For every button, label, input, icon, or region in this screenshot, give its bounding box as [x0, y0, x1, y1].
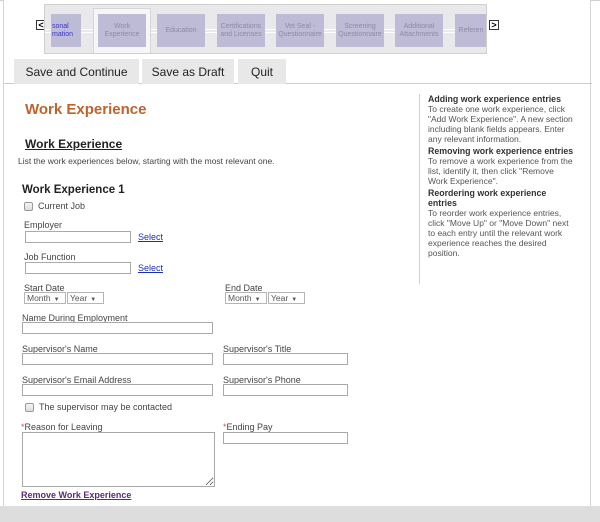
current-job-row: Current Job [24, 201, 85, 211]
step-additional-attachments[interactable]: Additional Attachments [395, 14, 443, 47]
start-month-value: Month [27, 293, 51, 303]
supervisor-contact-label: The supervisor may be contacted [39, 402, 173, 412]
remove-work-experience-link[interactable]: Remove Work Experience [21, 490, 131, 500]
end-year-value: Year [271, 293, 289, 303]
caret-down-icon: ▼ [90, 297, 97, 303]
ending-pay-label: *Ending Pay [223, 422, 273, 432]
supervisor-email-input[interactable] [22, 384, 213, 396]
step-references[interactable]: Referen [455, 14, 486, 47]
chevron-right-icon[interactable]: > [489, 20, 499, 30]
end-month-value: Month [228, 293, 252, 303]
current-job-label: Current Job [38, 201, 86, 211]
name-during-employment-input[interactable] [22, 322, 213, 334]
help-adding-body: To create one work experience, click "Ad… [428, 104, 573, 144]
bottom-bar [0, 506, 600, 522]
start-year-value: Year [70, 293, 88, 303]
step-strip: sonal mation Work Experience Education C… [44, 4, 487, 54]
supervisor-name-input[interactable] [22, 353, 213, 365]
supervisor-contact-row: The supervisor may be contacted [25, 402, 172, 412]
action-toolbar: Save and Continue Save as Draft Quit [4, 57, 592, 84]
save-as-draft-button[interactable]: Save as Draft [142, 59, 234, 84]
employer-input[interactable] [25, 231, 131, 243]
caret-down-icon: ▼ [53, 297, 60, 303]
supervisor-phone-input[interactable] [223, 384, 348, 396]
ending-pay-input[interactable] [223, 432, 348, 444]
employer-select-link[interactable]: Select [138, 232, 163, 242]
caret-down-icon: ▼ [291, 297, 298, 303]
end-month-select[interactable]: Month ▼ [225, 292, 267, 304]
entry-title: Work Experience 1 [22, 184, 125, 196]
supervisor-title-input[interactable] [223, 353, 348, 365]
caret-down-icon: ▼ [254, 297, 261, 303]
reason-for-leaving-text: Reason for Leaving [24, 422, 103, 432]
employer-label: Employer [24, 220, 63, 230]
step-certifications[interactable]: Certifications and Licenses [217, 14, 265, 47]
reason-for-leaving-label: *Reason for Leaving [21, 422, 103, 432]
quit-button[interactable]: Quit [238, 59, 286, 84]
save-and-continue-button[interactable]: Save and Continue [14, 59, 139, 84]
job-function-input[interactable] [25, 262, 131, 274]
ending-pay-text: Ending Pay [226, 422, 273, 432]
end-year-select[interactable]: Year ▼ [268, 292, 305, 304]
step-screening[interactable]: Screening Questionnaire [336, 14, 384, 47]
help-removing-title: Removing work experience entries [428, 146, 574, 156]
start-month-select[interactable]: Month ▼ [24, 292, 66, 304]
help-reordering-title: Reordering work experience entries [428, 188, 547, 208]
section-title: Work Experience [25, 137, 123, 151]
help-panel: Adding work experience entries To create… [419, 94, 574, 284]
help-removing-body: To remove a work experience from the lis… [428, 156, 573, 186]
step-personal-information[interactable]: sonal mation [51, 14, 81, 47]
section-description: List the work experiences below, startin… [18, 156, 275, 166]
step-education[interactable]: Education [157, 14, 205, 47]
current-job-checkbox[interactable] [24, 201, 33, 211]
start-year-select[interactable]: Year ▼ [67, 292, 104, 304]
supervisor-contact-checkbox[interactable] [25, 402, 34, 412]
job-function-label: Job Function [24, 252, 76, 262]
reason-for-leaving-textarea[interactable] [22, 432, 215, 487]
help-adding-title: Adding work experience entries [428, 94, 561, 104]
page-title: Work Experience [25, 101, 147, 118]
step-work-experience[interactable]: Work Experience [98, 14, 146, 47]
job-function-select-link[interactable]: Select [138, 263, 163, 273]
help-reordering-body: To reorder work experience entries, clic… [428, 208, 569, 258]
step-navigation: < sonal mation Work Experience Education… [34, 3, 500, 54]
step-vet-seal[interactable]: Vet Seal - Questionnaire [276, 14, 324, 47]
